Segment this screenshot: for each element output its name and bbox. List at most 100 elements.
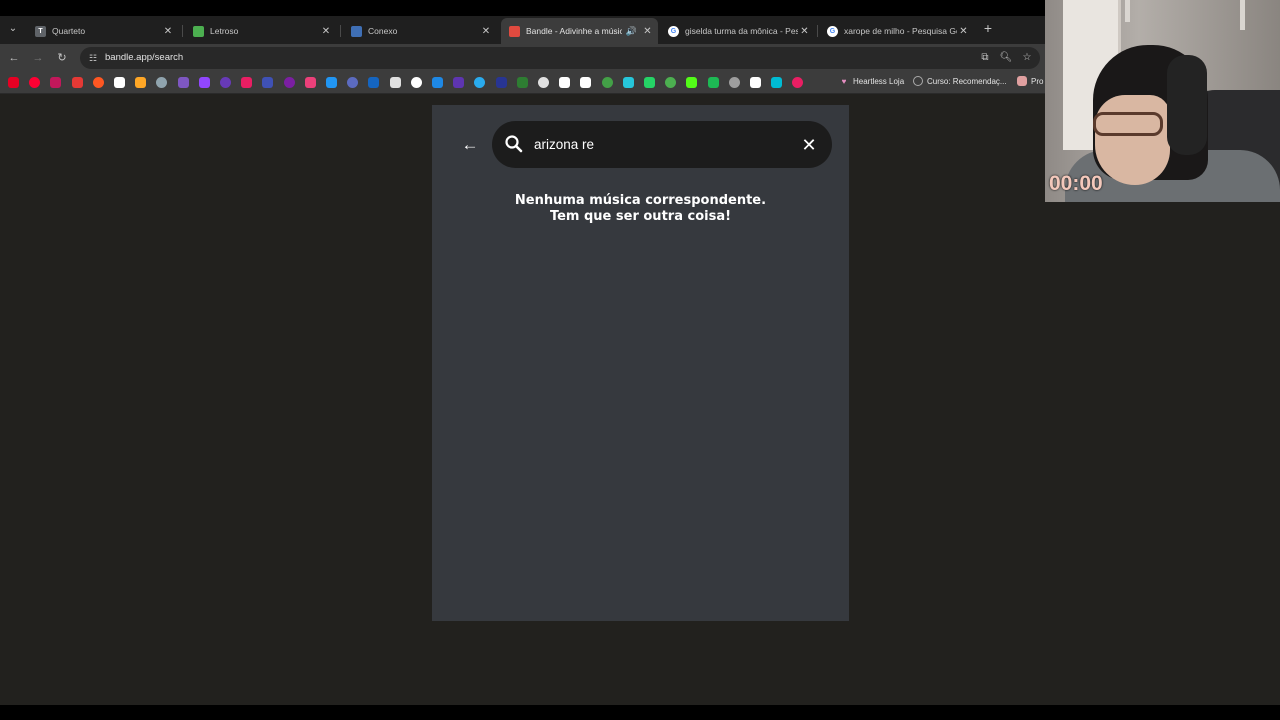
bookmark-favicon-icon[interactable] (453, 77, 464, 88)
site-info-icon[interactable]: ☷ (86, 51, 100, 65)
bandle-favicon-icon (509, 25, 520, 37)
webcam-headset (1167, 55, 1207, 155)
bookmark-favicon-icon[interactable] (517, 77, 528, 88)
webcam-handle (1125, 0, 1130, 22)
webcam-person-face (1095, 95, 1170, 185)
bookmark-favicon-icon[interactable] (602, 77, 613, 88)
bookmark-favicon-icon[interactable] (771, 77, 782, 88)
no-match-line-2: Tem que ser outra coisa! (549, 209, 732, 224)
search-input[interactable] (534, 132, 784, 156)
tab-bandle[interactable]: Bandle - Adivinhe a música 🔊 ✕ (501, 18, 658, 44)
bandle-page: ← ✕ Nenhuma música correspondente. Tem q… (0, 95, 1045, 705)
quarteto-favicon-icon: T (35, 25, 46, 37)
no-match-line-1: Nenhuma música correspondente. (514, 193, 767, 208)
bookmark-favicon-icon[interactable] (178, 77, 189, 88)
bookmark-label: Curso: Recomendaç... (927, 76, 1007, 86)
tab-letroso[interactable]: Letroso ✕ (185, 18, 337, 44)
bookmark-heartless-loja[interactable]: ♥ Heartless Loja (839, 76, 905, 86)
tab-divider (817, 25, 818, 37)
bookmark-favicon-icon[interactable] (114, 77, 125, 88)
bookmark-favicon-icon[interactable] (559, 77, 570, 88)
tab-quarteto[interactable]: T Quarteto ✕ (27, 18, 179, 44)
bookmark-favicon-icon[interactable] (72, 77, 83, 88)
tab-bar: ⌄ T Quarteto ✕ Letroso ✕ Conexo ✕ Bandle… (0, 16, 1045, 44)
tab-conexo[interactable]: Conexo ✕ (343, 18, 497, 44)
bookmark-favicon-icon[interactable] (390, 77, 401, 88)
bookmark-favicon-icon[interactable] (474, 77, 485, 88)
bookmark-favicon-icon[interactable] (156, 77, 167, 88)
tab-close-icon[interactable]: ✕ (479, 26, 493, 37)
search-panel: ← ✕ Nenhuma música correspondente. Tem q… (432, 105, 849, 621)
bookmark-favicon-icon[interactable] (262, 77, 273, 88)
tab-search-chevron-icon[interactable]: ⌄ (4, 20, 22, 38)
tab-close-icon[interactable]: ✕ (319, 26, 333, 37)
browser-toolbar: ← → ↻ ☷ bandle.app/search ⧉ 🔍︎ ☆ (0, 44, 1045, 72)
tab-divider (340, 25, 341, 37)
bookmark-favicon-icon[interactable] (432, 77, 443, 88)
bookmark-favicon-icon[interactable] (220, 77, 231, 88)
bookmark-favicon-icon[interactable] (644, 77, 655, 88)
bookmark-pro[interactable]: Pro (1017, 76, 1043, 86)
bookmark-favicon-icon[interactable] (729, 77, 740, 88)
no-match-message: Nenhuma música correspondente. Tem que s… (432, 193, 849, 225)
bookmark-favicon-icon[interactable] (750, 77, 761, 88)
bookmark-favicon-icon[interactable] (284, 77, 295, 88)
forward-arrow-icon[interactable]: → (29, 49, 47, 67)
tab-title: Letroso (210, 26, 239, 36)
clear-search-icon[interactable]: ✕ (798, 134, 820, 156)
bookmark-favicon-icon[interactable] (347, 77, 358, 88)
bottom-black-strip (0, 705, 1280, 720)
install-app-icon[interactable]: ⧉ (978, 51, 992, 65)
bookmark-favicon-icon[interactable] (580, 77, 591, 88)
zoom-icon[interactable]: 🔍︎ (999, 51, 1013, 65)
tab-close-icon[interactable]: ✕ (161, 26, 175, 37)
bookmark-favicon-icon[interactable] (411, 77, 422, 88)
bookmark-favicon-icon[interactable] (538, 77, 549, 88)
tab-close-icon[interactable]: ✕ (641, 26, 654, 37)
bookmark-icon (1017, 76, 1027, 86)
bookmark-favicon-icon[interactable] (8, 77, 19, 88)
tab-xarope-search[interactable]: G xarope de milho - Pesquisa Goo ✕ (819, 18, 974, 44)
right-background (1045, 202, 1280, 705)
tab-giselda-search[interactable]: G giselda turma da mônica - Pesq ✕ (660, 18, 815, 44)
reload-icon[interactable]: ↻ (53, 49, 71, 67)
bookmark-favicon-icon[interactable] (665, 77, 676, 88)
audio-playing-icon[interactable]: 🔊 (626, 26, 637, 37)
tab-title: xarope de milho - Pesquisa Goo (844, 26, 957, 36)
course-icon (913, 76, 923, 86)
bookmark-star-icon[interactable]: ☆ (1020, 51, 1034, 65)
bookmark-favicon-icon[interactable] (368, 77, 379, 88)
back-arrow-icon[interactable]: ← (459, 134, 481, 156)
back-arrow-icon[interactable]: ← (5, 49, 23, 67)
webcam-overlay: 00:00 (1045, 0, 1280, 202)
screen: ⌄ T Quarteto ✕ Letroso ✕ Conexo ✕ Bandle… (0, 0, 1280, 720)
bookmark-favicon-icon[interactable] (792, 77, 803, 88)
bookmark-favicon-icon[interactable] (708, 77, 719, 88)
bookmark-favicon-icon[interactable] (199, 77, 210, 88)
bookmark-favicon-icon[interactable] (686, 77, 697, 88)
bookmark-favicon-icon[interactable] (305, 77, 316, 88)
top-black-strip (0, 0, 1045, 16)
tab-divider (182, 25, 183, 37)
bookmark-favicon-icon[interactable] (241, 77, 252, 88)
tab-close-icon[interactable]: ✕ (798, 26, 811, 37)
address-bar[interactable]: ☷ bandle.app/search ⧉ 🔍︎ ☆ (80, 47, 1040, 69)
google-favicon-icon: G (827, 25, 838, 37)
bookmark-favicon-icon[interactable] (93, 77, 104, 88)
bookmark-favicon-icon[interactable] (29, 77, 40, 88)
bookmark-favicon-icon[interactable] (623, 77, 634, 88)
bookmark-favicon-icon[interactable] (326, 77, 337, 88)
heart-icon: ♥ (841, 76, 847, 86)
url-text[interactable]: bandle.app/search (105, 52, 183, 63)
bookmark-favicon-icon[interactable] (496, 77, 507, 88)
bookmark-favicon-icon[interactable] (135, 77, 146, 88)
tab-title: giselda turma da mônica - Pesq (685, 26, 798, 36)
google-favicon-icon: G (668, 25, 679, 37)
tab-title: Quarteto (52, 26, 86, 36)
new-tab-button[interactable]: + (980, 18, 996, 38)
tab-close-icon[interactable]: ✕ (957, 26, 970, 37)
search-box[interactable]: ✕ (492, 121, 832, 168)
bookmark-curso[interactable]: Curso: Recomendaç... (913, 76, 1007, 86)
tab-title: Conexo (368, 26, 398, 36)
bookmark-favicon-icon[interactable] (50, 77, 61, 88)
